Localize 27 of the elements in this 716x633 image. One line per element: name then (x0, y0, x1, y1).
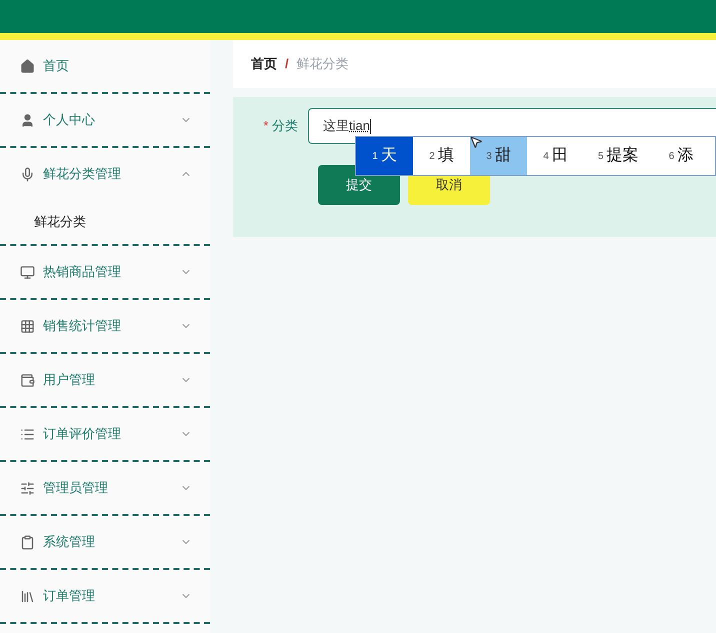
submenu-item[interactable]: 鲜花分类 (34, 212, 86, 232)
grid-icon (20, 318, 35, 334)
sidebar-item[interactable]: 用户管理 (43, 370, 95, 390)
sidebar-item[interactable]: 个人中心 (43, 110, 95, 130)
breadcrumb-separator: / (285, 55, 289, 74)
sidebar-item[interactable]: 订单管理 (43, 586, 95, 606)
microphone-icon (20, 166, 35, 182)
breadcrumb-current: 鲜花分类 (296, 55, 349, 74)
sidebar-item[interactable]: 销售统计管理 (43, 316, 121, 336)
monitor-icon (20, 264, 35, 280)
breadcrumb-link[interactable]: 首页 (251, 54, 277, 74)
sidebar-item[interactable]: 系统管理 (43, 532, 95, 552)
clipboard-icon (20, 534, 35, 550)
sidebar-item[interactable]: 管理员管理 (43, 478, 108, 498)
books-icon (20, 588, 35, 604)
list-icon (20, 426, 35, 442)
sidebar-item[interactable]: 鲜花分类管理 (43, 164, 121, 184)
field-label: * 分类 (262, 117, 299, 136)
sidebar-item[interactable]: 首页 (43, 56, 69, 76)
ime-candidate[interactable]: 3 甜 (470, 137, 527, 175)
sidebar-item[interactable]: 热销商品管理 (43, 262, 121, 282)
sliders-icon (20, 480, 35, 496)
sidebar-item[interactable]: 订单评价管理 (43, 424, 121, 444)
user-icon (20, 112, 35, 128)
home-icon (20, 58, 35, 74)
ime-candidate[interactable]: 1 天 (356, 137, 413, 175)
wallet-icon (20, 372, 35, 388)
